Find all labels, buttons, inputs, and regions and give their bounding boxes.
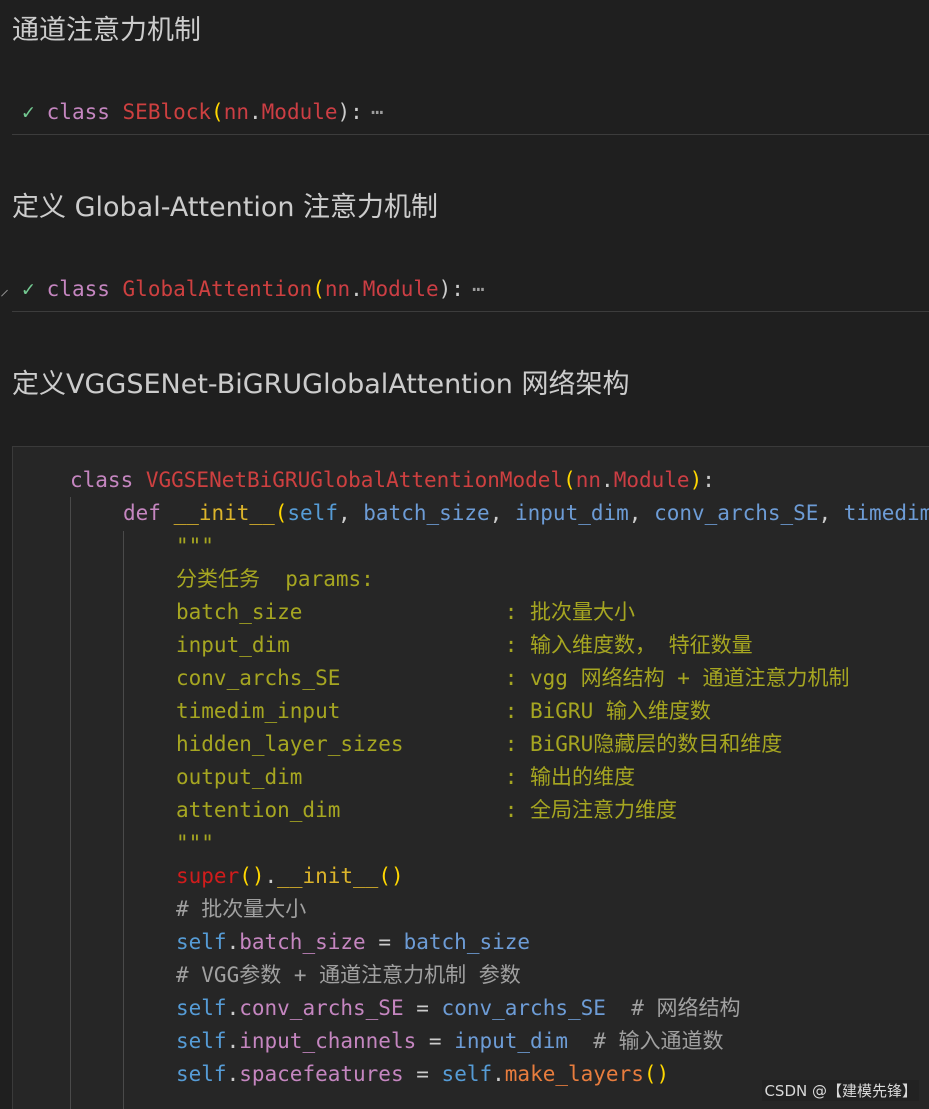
code-line-13: super().__init__() (176, 864, 404, 888)
base-class: Module (362, 277, 439, 301)
expand-ellipsis-icon[interactable]: ⋯ (472, 277, 485, 301)
code-line-4: 分类任务 params: (176, 567, 374, 591)
section-heading-se: 通道注意力机制 (12, 15, 201, 46)
keyword: class (46, 100, 110, 124)
paren-colon: ): (438, 277, 464, 301)
collapsed-cell-global-attention[interactable]: ⸝ ✓ class GlobalAttention(nn. Module): ⋯ (0, 267, 929, 312)
indent-guide (70, 497, 71, 1109)
base-class: Module (261, 100, 338, 124)
code-line-5: batch_size : 批次量大小 (176, 600, 636, 624)
code-line-16: # VGG参数 + 通道注意力机制 参数 (176, 963, 521, 987)
check-icon: ✓ (22, 100, 35, 124)
code-line-1: class VGGSENetBiGRUGlobalAttentionModel(… (70, 468, 715, 492)
code-line-8: timedim_input : BiGRU 输入维度数 (176, 699, 711, 723)
code-line-9: hidden_layer_sizes : BiGRU隐藏层的数目和维度 (176, 732, 783, 756)
code-line-19: self.spacefeatures = self.make_layers() (176, 1062, 670, 1086)
paren: ( (312, 277, 325, 301)
collapse-marker-icon[interactable]: ⸝ (0, 277, 9, 301)
code-line-6: input_dim : 输入维度数， 特征数量 (176, 633, 753, 657)
code-line-18: self.input_channels = input_dim # 输入通道数 (176, 1029, 724, 1053)
keyword: class (46, 277, 110, 301)
code-line-14: # 批次量大小 (176, 897, 307, 921)
code-line-17: self.conv_archs_SE = conv_archs_SE # 网络结… (176, 996, 741, 1020)
module-ref: nn (223, 100, 249, 124)
code-line-3: """ (176, 534, 214, 558)
code-line-10: output_dim : 输出的维度 (176, 765, 636, 789)
code-line-15: self.batch_size = batch_size (176, 930, 531, 954)
dot: . (249, 100, 262, 124)
class-name: SEBlock (122, 100, 212, 124)
section-heading-network: 定义VGGSENet-BiGRUGlobalAttention 网络架构 (12, 369, 630, 400)
module-ref: nn (324, 277, 351, 301)
dot: . (350, 277, 363, 301)
collapsed-cell-seblock[interactable]: ✓ class SEBlock(nn. Module): ⋯ (12, 90, 929, 135)
watermark: CSDN @【建模先锋】 (762, 1080, 919, 1101)
code-line-7: conv_archs_SE : vgg 网络结构 + 通道注意力机制 (176, 666, 850, 690)
code-line-2: def __init__(self, batch_size, input_dim… (123, 501, 929, 525)
class-name: GlobalAttention (122, 277, 313, 301)
code-cell-editor[interactable]: class VGGSENetBiGRUGlobalAttentionModel(… (12, 446, 929, 1109)
paren: ( (211, 100, 224, 124)
indent-guide (123, 531, 124, 1109)
expand-ellipsis-icon[interactable]: ⋯ (371, 100, 384, 124)
code-line-11: attention_dim : 全局注意力维度 (176, 798, 678, 822)
section-heading-global-attention: 定义 Global-Attention 注意力机制 (12, 192, 439, 223)
code-line-12: """ (176, 831, 214, 855)
check-icon: ✓ (22, 277, 35, 301)
paren-colon: ): (337, 100, 363, 124)
